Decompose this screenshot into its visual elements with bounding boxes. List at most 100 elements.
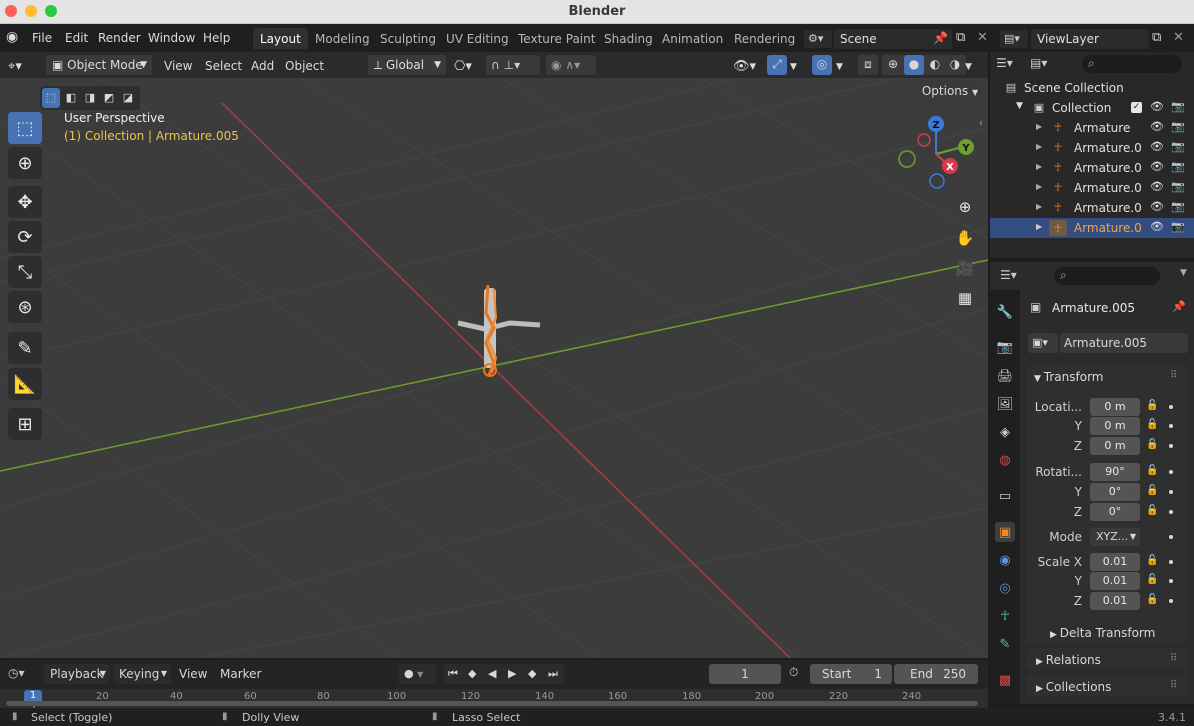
eye-icon[interactable]: 👁 — [1150, 140, 1164, 153]
navigation-gizmo[interactable]: Z Y X — [896, 114, 980, 198]
chevron-down-icon[interactable]: ▼ — [836, 59, 843, 79]
camera-icon[interactable]: 📷 — [1171, 100, 1185, 113]
lock-icon[interactable]: 🔓 — [1146, 439, 1158, 450]
next-keyframe-icon[interactable]: ◆ — [528, 667, 536, 680]
eye-icon[interactable]: 👁 — [1150, 120, 1164, 133]
timeline-scrollbar[interactable] — [6, 701, 978, 706]
3d-viewport[interactable]: ⬚ ◧ ◨ ◩ ◪ User Perspective (1) Collectio… — [0, 78, 988, 658]
mode-selector[interactable]: ▣ Object Mode ▼ — [46, 55, 152, 75]
lock-icon[interactable]: 🔓 — [1146, 555, 1158, 566]
eye-icon[interactable]: 👁 — [1150, 200, 1164, 213]
location-z-field[interactable]: 0 m — [1090, 437, 1140, 455]
keyframe-dot[interactable] — [1169, 490, 1173, 494]
chevron-right-icon[interactable]: ▶ — [1036, 222, 1042, 231]
timeline-menu-marker[interactable]: Marker — [220, 667, 261, 681]
camera-icon[interactable]: 📷 — [1171, 120, 1185, 133]
tab-texture-paint[interactable]: Texture Paint — [511, 28, 602, 49]
jump-end-icon[interactable]: ⏭ — [548, 667, 558, 681]
drag-handle-icon[interactable]: ⠿ — [1170, 653, 1177, 664]
lock-icon[interactable]: 🔓 — [1146, 485, 1158, 496]
menu-file[interactable]: File — [32, 31, 52, 45]
proportional-editing-toggle[interactable]: ◉ ∧▾ — [546, 55, 596, 75]
sidebar-toggle-icon[interactable]: ‹ — [979, 118, 983, 129]
outliner-search-input[interactable]: ⌕ — [1082, 55, 1182, 73]
rotation-x-field[interactable]: 90° — [1090, 463, 1140, 481]
delta-transform-subpanel[interactable]: ▶ Delta Transform — [1050, 626, 1155, 640]
chevron-down-icon[interactable]: ▼ — [1180, 268, 1187, 278]
timeline-ruler[interactable]: 1 20 40 60 80 100 120 140 160 180 200 22… — [0, 689, 988, 708]
rotation-z-field[interactable]: 0° — [1090, 503, 1140, 521]
drag-handle-icon[interactable]: ⠿ — [1170, 370, 1177, 381]
location-y-field[interactable]: 0 m — [1090, 417, 1140, 435]
move-tool[interactable]: ✥ — [8, 186, 42, 218]
camera-icon[interactable]: 📷 — [1171, 200, 1185, 213]
rendered-shading-icon[interactable]: ◑ — [946, 57, 964, 73]
rotation-y-field[interactable]: 0° — [1090, 483, 1140, 501]
properties-search-input[interactable]: ⌕ — [1054, 267, 1160, 285]
object-name-field[interactable]: Armature.005 — [1060, 333, 1188, 353]
menu-help[interactable]: Help — [203, 31, 230, 45]
pan-hand-icon[interactable]: ✋ — [952, 225, 978, 251]
measure-tool[interactable]: 📐 — [8, 368, 42, 400]
options-button[interactable]: Options ▼ — [918, 80, 982, 102]
viewlayer-field[interactable]: ViewLayer — [1031, 29, 1149, 49]
keyframe-dot[interactable] — [1169, 560, 1173, 564]
output-tab-icon[interactable]: 🖨 — [995, 366, 1015, 386]
annotate-tool[interactable]: ✎ — [8, 332, 42, 364]
cursor-tool[interactable]: ⊕ — [8, 147, 42, 179]
collection-checkbox[interactable]: ✓ — [1131, 102, 1142, 113]
scale-z-field[interactable]: 0.01 — [1090, 592, 1140, 610]
viewlayer-browse-icon[interactable]: ▤▾ — [1000, 30, 1028, 48]
lock-icon[interactable]: 🔓 — [1146, 594, 1158, 605]
tab-shading[interactable]: Shading — [597, 28, 660, 49]
add-cube-tool[interactable]: ⊞ — [8, 408, 42, 440]
delete-viewlayer-icon[interactable]: ✕ — [1173, 30, 1184, 45]
menu-edit[interactable]: Edit — [65, 31, 88, 45]
wireframe-shading-icon[interactable]: ⊕ — [884, 57, 902, 73]
texture-tab-icon[interactable]: ▩ — [995, 670, 1015, 690]
outliner-item[interactable]: ▶ ☥ Armature.0 👁 📷 — [990, 138, 1194, 158]
tool-tab-icon[interactable]: 🔧 — [995, 302, 1015, 322]
timeline-menu-view[interactable]: View — [179, 667, 207, 681]
visibility-icon[interactable]: 👁▾ — [733, 56, 756, 76]
current-frame-field[interactable]: 1 — [709, 664, 781, 684]
jump-start-icon[interactable]: ⏮ — [448, 667, 458, 681]
eye-icon[interactable]: 👁 — [1150, 180, 1164, 193]
tab-sculpting[interactable]: Sculpting — [373, 28, 443, 49]
outliner-scene-collection[interactable]: ▤ Scene Collection — [990, 78, 1194, 98]
select-extend-icon[interactable]: ◧ — [62, 88, 80, 108]
solid-shading-icon[interactable]: ● — [904, 55, 924, 75]
lock-icon[interactable]: 🔓 — [1146, 400, 1158, 411]
chevron-right-icon[interactable]: ▶ — [1036, 182, 1042, 191]
transform-panel-header[interactable]: ▼ Transform — [1034, 370, 1104, 384]
pivot-point-icon[interactable]: ⎔▾ — [454, 56, 472, 76]
select-invert-icon[interactable]: ◩ — [100, 88, 118, 108]
tab-rendering[interactable]: Rendering — [727, 28, 802, 49]
editor-type-icon[interactable]: ⌖▾ — [8, 56, 22, 76]
menu-select[interactable]: Select — [205, 56, 242, 76]
chevron-right-icon[interactable]: ▶ — [1036, 162, 1042, 171]
outliner-item[interactable]: ▶ ☥ Armature.0 👁 📷 — [990, 198, 1194, 218]
object-tab-icon[interactable]: ▣ — [995, 522, 1015, 542]
tab-uv-editing[interactable]: UV Editing — [439, 28, 516, 49]
prev-keyframe-icon[interactable]: ◆ — [468, 667, 476, 680]
keyframe-dot[interactable] — [1169, 405, 1173, 409]
zoom-icon[interactable]: ⊕ — [952, 194, 978, 220]
chevron-right-icon[interactable]: ▶ — [1036, 122, 1042, 131]
scale-y-field[interactable]: 0.01 — [1090, 572, 1140, 590]
collections-panel-header[interactable]: ▶ Collections — [1036, 680, 1111, 694]
start-frame-field[interactable]: Start 1 — [810, 664, 892, 684]
menu-view[interactable]: View — [164, 56, 192, 76]
scene-browse-icon[interactable]: ⚙▾ — [804, 30, 832, 48]
display-mode-icon[interactable]: ▤▾ — [1030, 56, 1047, 70]
playback-menu[interactable]: Playback ▼ — [44, 664, 110, 684]
collection-tab-icon[interactable]: ▭ — [995, 486, 1015, 506]
lock-icon[interactable]: 🔓 — [1146, 505, 1158, 516]
scale-tool[interactable]: ⤡ — [8, 256, 42, 288]
menu-render[interactable]: Render — [98, 31, 141, 45]
keyframe-dot[interactable] — [1169, 510, 1173, 514]
object-browse-icon[interactable]: ▣▾ — [1028, 333, 1058, 353]
play-icon[interactable]: ▶ — [508, 667, 516, 680]
eye-icon[interactable]: 👁 — [1150, 100, 1164, 113]
chevron-down-icon[interactable]: ▼ — [1016, 101, 1023, 111]
